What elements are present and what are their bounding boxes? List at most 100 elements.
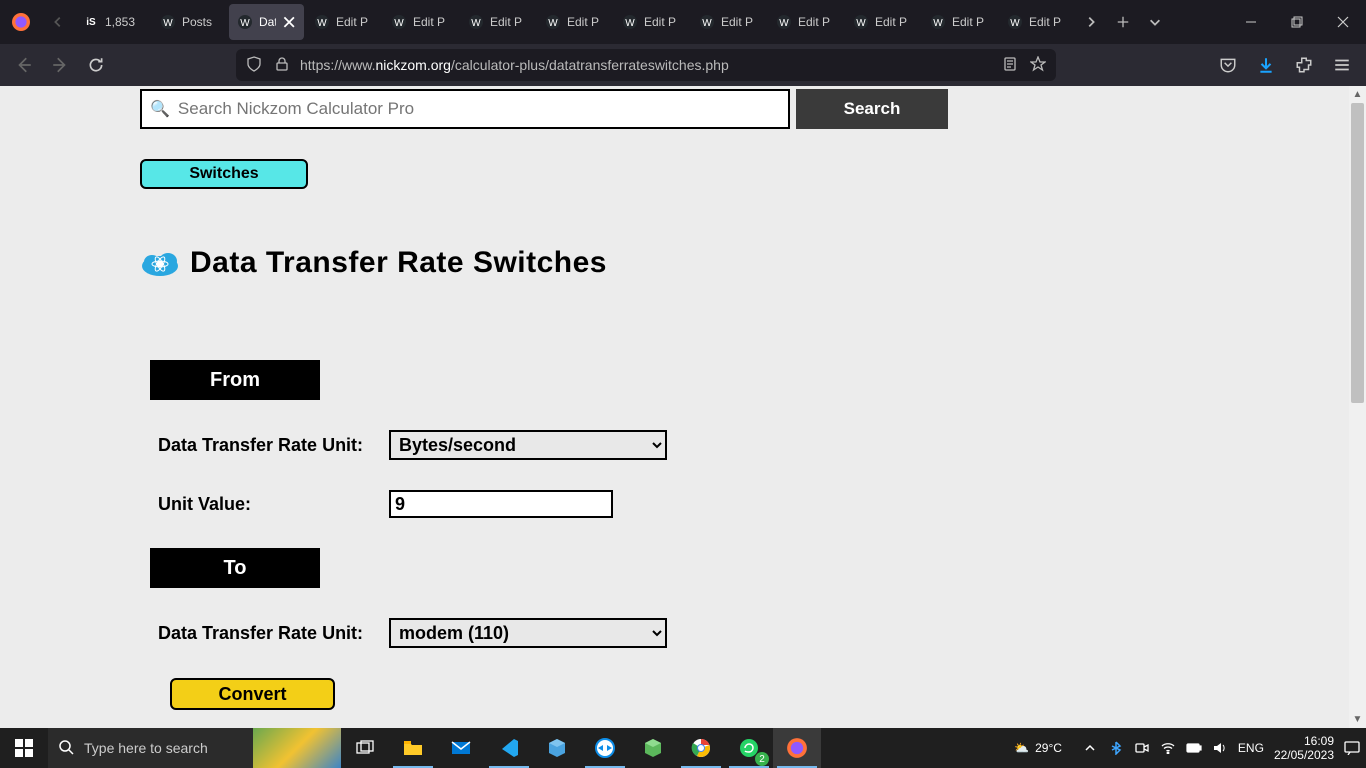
cloud-atom-icon [140,248,180,278]
search-icon [58,739,74,758]
tab-title: Edit P [798,15,830,29]
taskbar-search-placeholder: Type here to search [84,740,208,756]
tab-title: Edit P [952,15,984,29]
taskbar-news-widget[interactable] [253,728,341,768]
page-content: 🔍 Search Switches Data Transfer Rate Swi… [0,86,1349,710]
scroll-up-arrow-icon[interactable]: ▲ [1349,86,1366,103]
tabs-scroll-left-button[interactable] [42,0,74,44]
whatsapp-app[interactable]: 2 [725,728,773,768]
file-explorer-app[interactable] [389,728,437,768]
maximize-button[interactable] [1274,0,1320,44]
svg-text:W: W [1010,18,1020,29]
site-search-input[interactable] [178,99,780,119]
firefox-app[interactable] [773,728,821,768]
scroll-down-arrow-icon[interactable]: ▼ [1349,711,1366,728]
tab-8[interactable]: WEdit P [691,4,766,40]
site-search-button[interactable]: Search [796,89,948,129]
favicon-icon: W [391,14,407,30]
meet-now-icon[interactable] [1134,740,1150,756]
favicon-icon: W [776,14,792,30]
tab-title: Edit P [875,15,907,29]
taskbar-search[interactable]: Type here to search [48,728,253,768]
whatsapp-badge: 2 [755,752,769,766]
favicon-icon: W [622,14,638,30]
app-cube-2[interactable] [629,728,677,768]
app-menu-icon[interactable] [1326,49,1358,81]
bookmark-star-icon[interactable] [1030,56,1046,75]
weather-widget[interactable]: ⛅ 29°C [1014,741,1062,755]
battery-icon[interactable] [1186,740,1202,756]
favicon-icon: iS [83,14,99,30]
scrollbar-track[interactable] [1349,103,1366,711]
close-window-button[interactable] [1320,0,1366,44]
downloads-icon[interactable] [1250,49,1282,81]
tray-overflow-icon[interactable] [1082,740,1098,756]
tabs-scroll-right-button[interactable] [1075,0,1107,44]
tab-6[interactable]: WEdit P [537,4,612,40]
switches-button[interactable]: Switches [140,159,308,189]
tab-12[interactable]: W Edit P [999,4,1074,40]
chrome-app[interactable] [677,728,725,768]
tab-11[interactable]: W Edit P [922,4,997,40]
to-unit-label: Data Transfer Rate Unit: [150,623,389,644]
tab-title: Edit P [1029,15,1061,29]
tab-2-active[interactable]: WDat [229,4,304,40]
tab-1[interactable]: WPosts [152,4,227,40]
tab-3[interactable]: WEdit P [306,4,381,40]
wifi-icon[interactable] [1160,740,1176,756]
all-tabs-button[interactable] [1139,0,1171,44]
to-header: To [150,548,320,588]
from-unit-label: Data Transfer Rate Unit: [150,435,389,456]
to-unit-select[interactable]: modem (110) [389,618,667,648]
svg-text:W: W [856,18,866,29]
extensions-icon[interactable] [1288,49,1320,81]
tab-7[interactable]: WEdit P [614,4,689,40]
url-text: https://www.nickzom.org/calculator-plus/… [300,57,729,73]
site-search-box: 🔍 [140,89,790,129]
tab-4[interactable]: WEdit P [383,4,458,40]
back-button[interactable] [8,49,40,81]
tab-title: Edit P [567,15,599,29]
weather-icon: ⛅ [1014,741,1029,755]
app-cube-1[interactable] [533,728,581,768]
window-controls [1228,0,1366,44]
favicon-icon: W [699,14,715,30]
task-view-button[interactable] [341,728,389,768]
tab-title: Edit P [336,15,368,29]
unit-value-input[interactable] [389,490,613,518]
bluetooth-icon[interactable] [1108,740,1124,756]
tab-title: Edit P [490,15,522,29]
reader-mode-icon[interactable] [1002,56,1018,75]
forward-button[interactable] [44,49,76,81]
svg-text:W: W [394,18,404,29]
shield-icon[interactable] [246,56,262,75]
vscode-app[interactable] [485,728,533,768]
minimize-button[interactable] [1228,0,1274,44]
clock-date: 22/05/2023 [1274,748,1334,762]
new-tab-button[interactable] [1107,0,1139,44]
pocket-icon[interactable] [1212,49,1244,81]
svg-text:W: W [779,18,789,29]
lock-icon[interactable] [274,56,290,75]
tab-10[interactable]: W Edit P [845,4,920,40]
volume-icon[interactable] [1212,740,1228,756]
svg-text:W: W [933,18,943,29]
language-indicator[interactable]: ENG [1238,741,1264,755]
from-unit-select[interactable]: Bytes/second [389,430,667,460]
reload-button[interactable] [80,49,112,81]
tab-9[interactable]: W Edit P [768,4,843,40]
url-bar[interactable]: https://www.nickzom.org/calculator-plus/… [236,49,1056,81]
convert-button[interactable]: Convert [170,678,335,710]
tab-0[interactable]: iS1,853 [75,4,150,40]
tab-5[interactable]: WEdit P [460,4,535,40]
action-center-icon[interactable] [1344,740,1360,756]
scrollbar-thumb[interactable] [1351,103,1364,403]
close-tab-icon[interactable] [282,14,296,30]
favicon-icon: W [853,14,869,30]
clock[interactable]: 16:09 22/05/2023 [1274,734,1334,762]
favicon-icon: W [930,14,946,30]
teamviewer-app[interactable] [581,728,629,768]
mail-app[interactable] [437,728,485,768]
vertical-scrollbar[interactable]: ▲ ▼ [1349,86,1366,728]
start-button[interactable] [0,728,48,768]
